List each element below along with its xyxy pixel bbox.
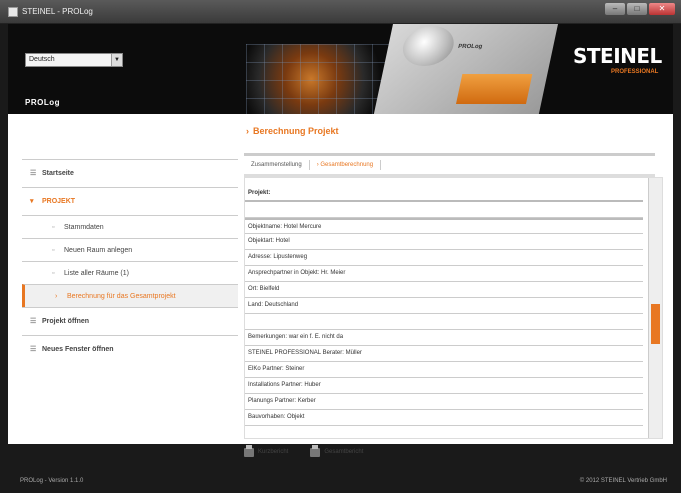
page-title: › Berechnung Projekt: [246, 126, 655, 136]
sidebar-item-label: Projekt öffnen: [42, 318, 90, 325]
sidebar-item-startseite[interactable]: ☰ Startseite: [22, 159, 238, 187]
sidebar-item-projekt[interactable]: ▾ PROJEKT: [22, 187, 238, 215]
app-logo-text: PROLog: [25, 98, 60, 107]
sidebar: ☰ Startseite ▾ PROJEKT ▫ Stammdaten ▫ Ne…: [22, 159, 238, 363]
sidebar-item-label: Neues Fenster öffnen: [42, 346, 114, 353]
detail-row: Bemerkungen: war ein f. E. nicht da: [245, 330, 643, 346]
page-title-text: Berechnung Projekt: [253, 126, 339, 136]
project-details-panel[interactable]: Projekt: Objektname: Hotel Mercure Objek…: [244, 177, 663, 439]
vertical-scrollbar[interactable]: [648, 178, 662, 438]
main-content: ☰ Startseite ▾ PROJEKT ▫ Stammdaten ▫ Ne…: [8, 114, 673, 457]
window-controls: – □ ✕: [605, 3, 675, 15]
app-icon: [8, 7, 18, 17]
version-text: PROLog - Version 1.1.0: [20, 478, 84, 484]
main-panel: › Berechnung Projekt Zusammenstellung › G…: [244, 126, 655, 177]
detail-row: STEINEL PROFESSIONAL Berater: Müller: [245, 346, 643, 362]
printer-icon: [244, 444, 254, 457]
chevron-down-icon: ▾: [30, 198, 34, 205]
sidebar-item-projekt-oeffnen[interactable]: ☰ Projekt öffnen: [22, 307, 238, 335]
action-label: Kurzbericht: [258, 449, 289, 455]
minimize-button[interactable]: –: [605, 3, 625, 15]
chevron-right-icon: ›: [55, 293, 58, 300]
spacer-row: [245, 202, 643, 218]
chevron-right-icon: ›: [246, 126, 249, 136]
brand-subtitle: PROFESSIONAL: [611, 69, 659, 75]
detail-row: ElKo Partner: Steiner: [245, 362, 643, 378]
app-footer: PROLog - Version 1.1.0 © 2012 STEINEL Ve…: [8, 476, 673, 488]
sidebar-item-label: Neuen Raum anlegen: [64, 247, 133, 254]
list-bullet-icon: ☰: [30, 346, 37, 353]
action-label: Gesamtbericht: [324, 449, 364, 455]
detail-row: Objektname: Hotel Mercure: [245, 218, 643, 234]
sidebar-item-neues-fenster[interactable]: ☰ Neues Fenster öffnen: [22, 335, 238, 363]
print-full-report-button[interactable]: Gesamtbericht: [310, 442, 363, 462]
detail-row: Ort: Bielfeld: [245, 282, 643, 298]
scrollbar-thumb[interactable]: [651, 304, 660, 344]
tab-gesamtberechnung[interactable]: › Gesamtberechnung: [310, 162, 380, 168]
detail-row: Adresse: Lipustenweg: [245, 250, 643, 266]
detail-row: Land: Deutschland: [245, 298, 643, 314]
maximize-button[interactable]: □: [627, 3, 647, 15]
project-heading: Projekt:: [245, 186, 643, 202]
list-bullet-icon: ▫: [52, 270, 55, 277]
printer-icon: [310, 444, 321, 457]
hero-device-image: PROLog: [373, 24, 558, 114]
sidebar-item-label: Stammdaten: [64, 224, 104, 231]
device-label: PROLog: [457, 44, 483, 50]
sidebar-item-label: Startseite: [42, 170, 74, 177]
detail-row: Bauvorhaben: Objekt: [245, 410, 643, 426]
hero-cube-image: [246, 44, 391, 114]
detail-row: Ansprechpartner in Objekt: Hr. Meier: [245, 266, 643, 282]
detail-row: Installations Partner: Huber: [245, 378, 643, 394]
tab-bar: Zusammenstellung › Gesamtberechnung: [244, 153, 655, 177]
tab-zusammenstellung[interactable]: Zusammenstellung: [244, 162, 309, 168]
sidebar-item-label: Berechnung für das Gesamtprojekt: [67, 293, 176, 300]
spacer-row: [245, 314, 643, 330]
copyright-text: © 2012 STEINEL Vertrieb GmbH: [579, 478, 667, 484]
detail-row: Planungs Partner: Kerber: [245, 394, 643, 410]
list-bullet-icon: ☰: [30, 318, 37, 325]
sidebar-item-neuer-raum[interactable]: ▫ Neuen Raum anlegen: [22, 238, 238, 261]
sidebar-item-raumliste[interactable]: ▫ Liste aller Räume (1): [22, 261, 238, 284]
report-actions: Kurzbericht Gesamtbericht: [244, 442, 644, 462]
sidebar-item-stammdaten[interactable]: ▫ Stammdaten: [22, 215, 238, 238]
window-titlebar: STEINEL - PROLog – □ ✕: [0, 0, 681, 24]
language-select[interactable]: Deutsch ▼: [25, 53, 123, 67]
print-short-report-button[interactable]: Kurzbericht: [244, 442, 288, 462]
language-select-value: Deutsch: [29, 56, 55, 63]
tab-label: Gesamtberechnung: [320, 162, 374, 168]
app-header: Deutsch ▼ PROLog PROLog STEINEL PROFESSI…: [8, 24, 673, 114]
list-bullet-icon: ☰: [30, 170, 37, 177]
sidebar-item-label: PROJEKT: [42, 198, 76, 205]
close-button[interactable]: ✕: [649, 3, 675, 15]
sidebar-item-gesamtberechnung[interactable]: › Berechnung für das Gesamtprojekt: [22, 284, 238, 307]
tab-divider: [380, 160, 382, 170]
chevron-down-icon[interactable]: ▼: [111, 54, 122, 66]
list-bullet-icon: ▫: [52, 247, 55, 254]
detail-row: Objektart: Hotel: [245, 234, 643, 250]
sidebar-item-label: Liste aller Räume (1): [64, 270, 129, 277]
window-title: STEINEL - PROLog: [22, 7, 93, 16]
brand-logo: STEINEL: [573, 44, 662, 68]
list-bullet-icon: ▫: [52, 224, 55, 231]
project-details-list: Projekt: Objektname: Hotel Mercure Objek…: [245, 178, 643, 438]
